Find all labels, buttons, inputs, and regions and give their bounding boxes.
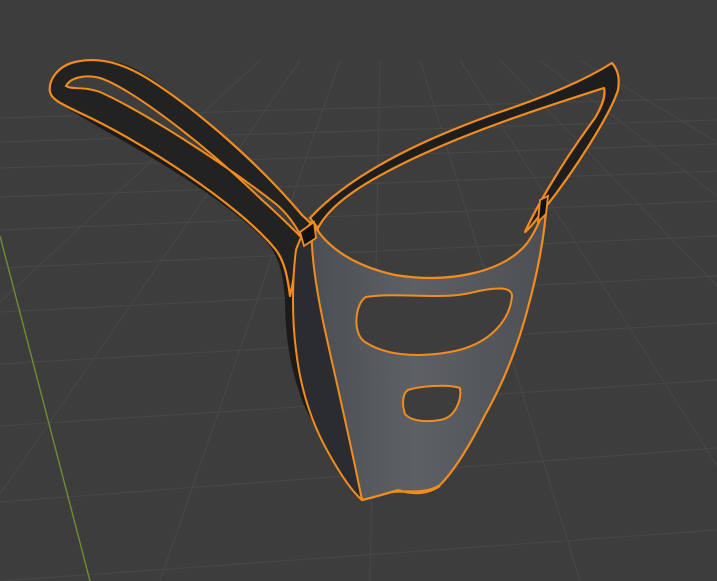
viewport-canvas[interactable]: [0, 0, 717, 581]
y-axis-line: [0, 235, 91, 581]
3d-viewport[interactable]: [0, 0, 717, 581]
